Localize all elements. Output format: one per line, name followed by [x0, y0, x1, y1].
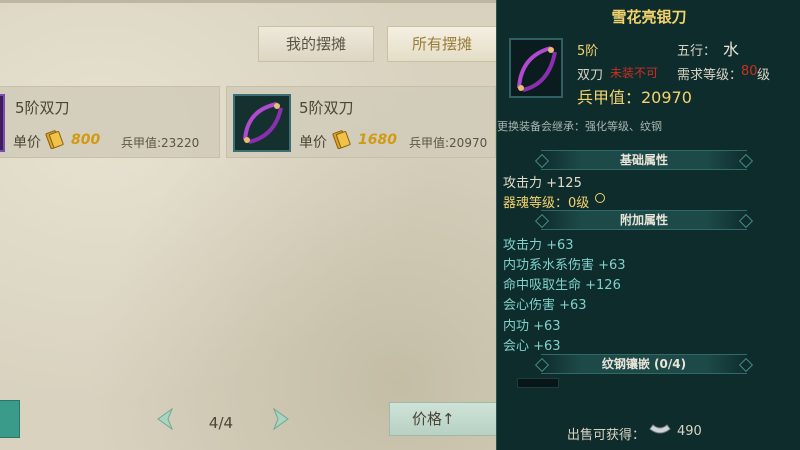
silver-ingot-icon — [649, 424, 671, 434]
attr-soul-level: 器魂等级：0级 — [503, 196, 590, 211]
item-name: 5阶双刀 — [15, 99, 70, 117]
item-title: 雪花亮银刀 — [611, 8, 687, 26]
item-thumbnail — [0, 94, 5, 152]
extra-attr: 内功 +63 — [503, 319, 561, 334]
item-name: 5阶双刀 — [299, 99, 354, 117]
listing-card[interactable]: 5阶双刀 单价 800 兵甲值:23220 — [0, 86, 220, 158]
listing-card[interactable]: 5阶双刀 单价 1680 兵甲值:20970 — [226, 86, 496, 158]
unit-price-label: 单价 — [299, 135, 327, 151]
right-arrow-icon[interactable] — [268, 406, 294, 432]
section-basic-attributes: 基础属性 — [541, 150, 747, 170]
bind-status: 未装不可 — [610, 66, 659, 80]
soul-circle-icon — [595, 193, 605, 203]
extra-attr: 内功系水系伤害 +63 — [503, 258, 626, 273]
tab-my-stall[interactable]: 我的摆摊 — [258, 26, 374, 62]
dual-blade-icon — [509, 38, 563, 98]
gold-ingot-icon — [332, 130, 351, 149]
inherit-note: 更换装备会继承：强化等级、纹钢 — [497, 120, 662, 133]
item-tooltip: 雪花亮银刀 5阶 双刀 未装不可 五行： 水 需求等级： 80 级 兵甲值：20… — [496, 0, 800, 450]
extra-attr: 命中吸取生命 +126 — [503, 278, 621, 293]
extra-attr: 攻击力 +63 — [503, 238, 574, 253]
sell-label: 出售可获得： — [567, 428, 646, 443]
element-label: 五行： — [677, 44, 717, 59]
dual-blade-icon — [233, 94, 291, 152]
armor-value: 兵甲值:23220 — [121, 136, 200, 150]
extra-attr: 会心伤害 +63 — [503, 298, 587, 313]
water-element-icon: 水 — [723, 40, 740, 59]
gold-ingot-icon — [45, 130, 64, 149]
section-socket: 纹钢镶嵌 (0/4) — [541, 354, 747, 374]
attr-attack: 攻击力 +125 — [503, 176, 582, 191]
item-tier: 5阶 — [577, 44, 599, 59]
required-level-label: 需求等级： — [677, 68, 743, 83]
unit-price-label: 单价 — [13, 135, 41, 151]
required-level-value: 80 — [741, 64, 758, 79]
sell-value: 490 — [677, 424, 702, 439]
required-level-unit: 级 — [757, 68, 771, 83]
unit-price: 1680 — [358, 132, 397, 148]
section-extra-attributes: 附加属性 — [541, 210, 747, 230]
market-area: 我的摆摊 所有摆摊 5阶双刀 单价 800 兵甲值:23220 5阶双刀 单价 — [0, 0, 496, 450]
empty-socket-slot — [517, 378, 559, 388]
unit-price: 800 — [71, 132, 101, 148]
top-divider — [0, 0, 496, 3]
armor-power: 兵甲值：20970 — [577, 88, 692, 107]
armor-value: 兵甲值:20970 — [409, 136, 488, 150]
weapon-type: 双刀 — [577, 68, 604, 83]
left-arrow-icon[interactable] — [152, 406, 178, 432]
extra-attr: 会心 +63 — [503, 339, 561, 354]
sort-price-button[interactable]: 价格↑ — [389, 402, 496, 436]
page-indicator: 4/4 — [208, 414, 234, 432]
tab-all-stalls[interactable]: 所有摆摊 — [387, 26, 496, 62]
side-action-button[interactable] — [0, 400, 20, 438]
